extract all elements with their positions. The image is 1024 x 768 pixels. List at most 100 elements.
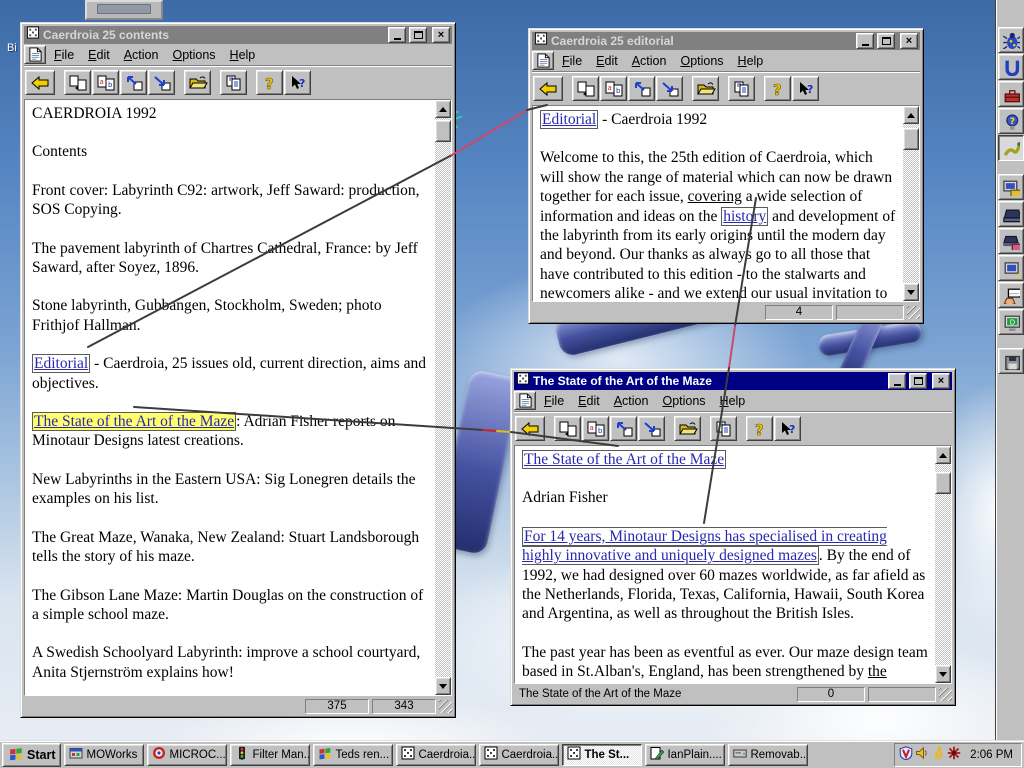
task-button-moworks[interactable]: MOWorks (64, 743, 145, 766)
vertical-scrollbar[interactable] (935, 446, 951, 683)
open-document-button[interactable] (184, 70, 211, 95)
flower-tray-icon[interactable] (947, 746, 961, 763)
task-button-removab[interactable]: Removab... (728, 743, 809, 766)
minimize-button[interactable] (388, 27, 406, 43)
scroll-track[interactable] (903, 124, 919, 283)
task-button-tedsren[interactable]: Teds ren... (313, 743, 394, 766)
close-button[interactable]: × (900, 33, 918, 49)
hyperlink[interactable]: The State of the Art of the Maze (522, 450, 727, 469)
scroll-track[interactable] (435, 118, 451, 677)
snake-icon[interactable] (997, 135, 1024, 161)
task-button-thest[interactable]: The St... (562, 743, 643, 766)
replace-pages-button[interactable]: ab (600, 76, 627, 101)
menu-file[interactable]: File (47, 47, 81, 63)
context-help-button[interactable]: ? (792, 76, 819, 101)
resize-grip[interactable] (907, 305, 920, 319)
close-button[interactable]: × (432, 27, 450, 43)
person-tray-icon[interactable] (931, 746, 945, 763)
copy-pages-button[interactable] (64, 70, 91, 95)
close-button[interactable]: × (932, 373, 950, 389)
task-button-caerdroia[interactable]: Caerdroia... (479, 743, 560, 766)
maximize-button[interactable] (909, 373, 927, 389)
highlighted-hyperlink[interactable]: The State of the Art of the Maze (32, 412, 237, 432)
context-help-button[interactable]: ? (774, 416, 801, 441)
make-link-button[interactable] (638, 416, 665, 441)
maximize-button[interactable] (409, 27, 427, 43)
replace-pages-button[interactable]: ab (582, 416, 609, 441)
copy-pages-button[interactable] (572, 76, 599, 101)
vertical-scrollbar[interactable] (903, 106, 919, 301)
menu-action[interactable]: Action (117, 47, 166, 63)
hyperlink[interactable]: history (721, 206, 769, 226)
menu-help[interactable]: Help (713, 393, 753, 409)
speaker-tray-icon[interactable] (915, 746, 929, 763)
menu-help[interactable]: Help (731, 53, 771, 69)
scroll-thumb[interactable] (435, 120, 451, 142)
follow-link-button[interactable] (610, 416, 637, 441)
back-button[interactable] (533, 76, 563, 101)
vertical-scrollbar[interactable] (435, 100, 451, 695)
scroll-down-button[interactable] (435, 677, 451, 695)
context-help-button[interactable]: ? (284, 70, 311, 95)
spring-icon[interactable] (997, 54, 1024, 80)
menu-edit[interactable]: Edit (571, 393, 607, 409)
menu-action[interactable]: Action (625, 53, 674, 69)
scroll-down-button[interactable] (935, 665, 951, 683)
title-bar[interactable]: Caerdroia 25 editorial × (532, 32, 920, 50)
follow-link-button[interactable] (628, 76, 655, 101)
title-bar[interactable]: The State of the Art of the Maze × (514, 372, 952, 390)
title-bar[interactable]: Caerdroia 25 contents × (24, 26, 452, 44)
scroll-up-button[interactable] (435, 100, 451, 118)
make-link-button[interactable] (148, 70, 175, 95)
back-button[interactable] (25, 70, 55, 95)
back-button[interactable] (515, 416, 545, 441)
scroll-thumb[interactable] (935, 472, 951, 494)
resize-grip[interactable] (439, 699, 452, 713)
open-document-button[interactable] (692, 76, 719, 101)
menu-edit[interactable]: Edit (81, 47, 117, 63)
replace-pages-button[interactable]: ab (92, 70, 119, 95)
start-button[interactable]: Start (2, 742, 62, 767)
menu-help[interactable]: Help (223, 47, 263, 63)
copy-pages-button[interactable] (554, 416, 581, 441)
make-link-button[interactable] (656, 76, 683, 101)
follow-link-button[interactable] (120, 70, 147, 95)
menu-options[interactable]: Options (673, 53, 730, 69)
bug-icon[interactable] (997, 27, 1024, 53)
scroll-up-button[interactable] (903, 106, 919, 124)
scroll-track[interactable] (935, 464, 951, 665)
copy-button[interactable] (710, 416, 737, 441)
toolbox-icon[interactable] (997, 81, 1024, 107)
menu-file[interactable]: File (555, 53, 589, 69)
scroll-thumb[interactable] (903, 128, 919, 150)
help-button[interactable]: ? (764, 76, 791, 101)
help-button[interactable]: ? (256, 70, 283, 95)
copy-button[interactable] (728, 76, 755, 101)
document-page-icon[interactable] (532, 51, 554, 70)
monitor-green-icon[interactable]: D (997, 309, 1024, 335)
task-button-caerdroia[interactable]: Caerdroia... (396, 743, 477, 766)
bulb-icon[interactable]: ? (997, 108, 1024, 134)
open-document-button[interactable] (674, 416, 701, 441)
shield-tray-icon[interactable] (899, 746, 913, 763)
document-page-icon[interactable] (24, 45, 46, 64)
task-button-microc[interactable]: MICROC... (147, 743, 228, 766)
resize-grip[interactable] (939, 687, 952, 701)
document-page-icon[interactable] (514, 391, 536, 410)
hand-card-icon[interactable] (997, 282, 1024, 308)
menu-action[interactable]: Action (607, 393, 656, 409)
hyperlink[interactable]: Editorial (32, 354, 91, 374)
menu-options[interactable]: Options (165, 47, 222, 63)
menu-file[interactable]: File (537, 393, 571, 409)
scroll-down-button[interactable] (903, 283, 919, 301)
monitor-star-icon[interactable] (997, 255, 1024, 281)
maximize-button[interactable] (877, 33, 895, 49)
menu-options[interactable]: Options (655, 393, 712, 409)
laptop-disk-icon[interactable] (997, 228, 1024, 254)
task-button-filterman[interactable]: Filter Man... (230, 743, 311, 766)
help-button[interactable]: ? (746, 416, 773, 441)
scroll-up-button[interactable] (935, 446, 951, 464)
minimize-button[interactable] (856, 33, 874, 49)
copy-button[interactable] (220, 70, 247, 95)
minimize-button[interactable] (888, 373, 906, 389)
